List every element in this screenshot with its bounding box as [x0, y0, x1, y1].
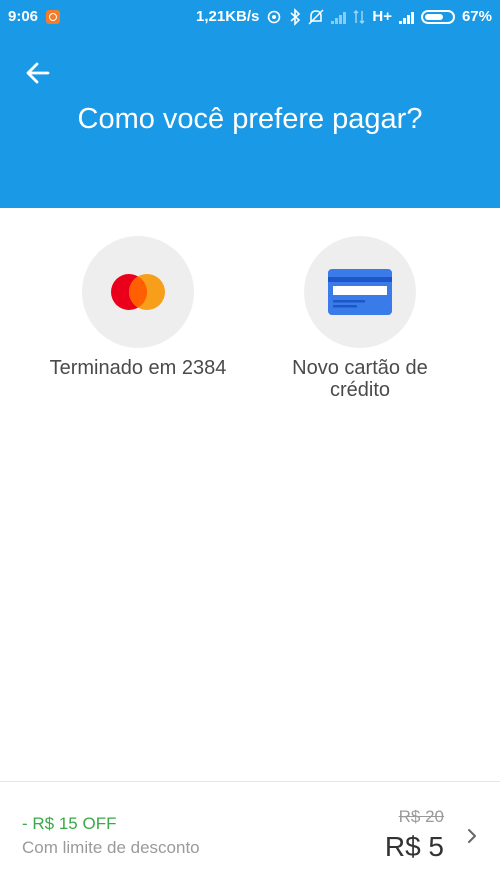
back-button[interactable]	[20, 55, 56, 91]
status-time: 9:06	[8, 8, 39, 25]
back-arrow-icon	[26, 62, 50, 84]
mute-icon	[308, 8, 324, 25]
sync-icon	[268, 10, 281, 23]
network-type: H+	[372, 8, 392, 25]
battery-icon	[420, 9, 455, 24]
header: Como você prefere pagar?	[0, 33, 500, 208]
saved-card-icon-circle	[82, 236, 194, 348]
signal-icon	[398, 10, 414, 24]
new-card-icon-circle	[304, 236, 416, 348]
price-summary-footer[interactable]: - R$ 15 OFF Com limite de desconto R$ 20…	[0, 781, 500, 890]
saved-card-option[interactable]: Terminado em 2384	[38, 236, 238, 379]
chevron-right-icon[interactable]	[464, 826, 480, 846]
final-price: R$ 5	[384, 831, 444, 862]
network-speed: 1,21KB/s	[196, 8, 260, 25]
discount-text: - R$ 15 OFF	[22, 814, 117, 833]
mastercard-icon	[111, 274, 165, 310]
new-card-label: Novo cartão de crédito	[292, 357, 428, 401]
saved-card-label: Terminado em 2384	[49, 357, 227, 379]
battery-level: 67%	[461, 8, 492, 25]
bluetooth-icon	[290, 7, 301, 26]
status-bar: 9:06 1,21KB/s H+ 67%	[0, 0, 500, 33]
app-notification-icon	[46, 9, 61, 24]
credit-card-icon	[328, 269, 392, 315]
data-arrows-icon	[353, 9, 365, 24]
original-price: R$ 20	[398, 807, 444, 826]
new-credit-card-option[interactable]: Novo cartão de crédito	[260, 236, 460, 401]
page-title: Como você prefere pagar?	[77, 103, 423, 135]
discount-limit-note: Com limite de desconto	[22, 838, 200, 857]
signal-icon	[331, 10, 347, 24]
